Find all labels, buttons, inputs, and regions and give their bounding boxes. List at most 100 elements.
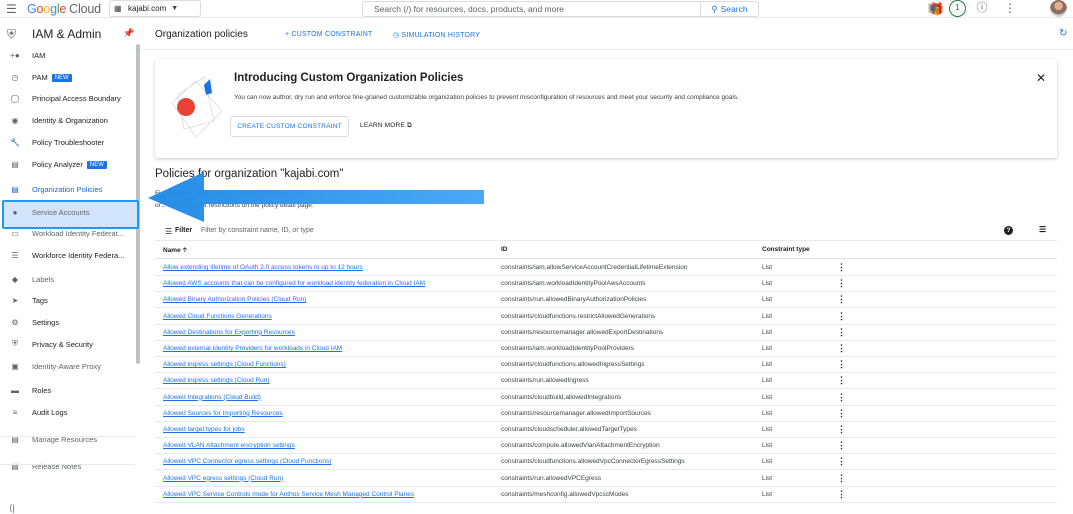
policy-id: constraints/resourcemanager.allowedImpor… [501, 409, 651, 417]
policy-name-link[interactable]: Allowed ingress settings (Cloud Function… [163, 361, 286, 368]
more-vert-icon[interactable]: ⋮ [837, 375, 846, 385]
sidebar-item-organization-policies[interactable]: ▤ Organization Policies [0, 178, 135, 200]
more-vert-icon[interactable]: ⋮ [1003, 1, 1017, 15]
policy-name-link[interactable]: Allow extending lifetime of OAuth 2.0 ac… [163, 264, 363, 271]
label-icon: ◆ [11, 274, 19, 284]
policy-name-link[interactable]: Allowed AWS accounts that can be configu… [163, 280, 425, 287]
help-icon[interactable]: ? [1004, 226, 1013, 235]
table-row: Allowed ingress settings (Cloud Run) cons… [155, 373, 1057, 390]
more-vert-icon[interactable]: ⋮ [837, 440, 846, 450]
policy-name-link[interactable]: Allowed ingress settings (Cloud Run) [163, 377, 270, 384]
table-row: Allowed VPC Connector egress settings (C… [155, 454, 1057, 471]
policy-name-link[interactable]: Allowed Binary Authorization Policies (C… [163, 296, 306, 303]
column-header-name[interactable]: Name 🡡 [163, 246, 187, 257]
sidebar-item-pam[interactable]: ◷ PAM NEW [0, 66, 135, 88]
shield-icon: ⛨ [12, 339, 18, 348]
more-vert-icon[interactable]: ⋮ [837, 327, 846, 337]
policy-name-link[interactable]: Allowed VPC Connector egress settings (C… [163, 458, 331, 465]
sidebar-item-manage-resources[interactable]: ▤ Manage Resources [0, 428, 135, 450]
sidebar-item-labels[interactable]: ◆ Labels [0, 268, 135, 290]
sidebar-item-label: Labels [32, 274, 55, 284]
sidebar-item-tags[interactable]: ➤ Tags [0, 289, 135, 311]
notifications-badge[interactable]: 1 [949, 0, 966, 17]
sidebar-item-roles[interactable]: ▬ Roles [0, 379, 135, 401]
table-row: Allowed Integrations (Cloud Build) constr… [155, 390, 1057, 406]
sidebar-item-workforce-identity-federa[interactable]: ☰ Workforce Identity Federa... [0, 244, 135, 266]
policy-name-link[interactable]: Allowed Integrations (Cloud Build) [163, 394, 261, 401]
policy-name-link[interactable]: Allowed external Identity Providers for … [163, 345, 342, 352]
document-search-icon: ▤ [11, 159, 19, 169]
sidebar-item-label: Privacy & Security [32, 339, 93, 349]
more-vert-icon[interactable]: ⋮ [837, 359, 846, 369]
custom-constraint-button[interactable]: + CUSTOM CONSTRAINT [285, 31, 372, 38]
sidebar-item-label: Tags [32, 295, 48, 305]
policy-name-link[interactable]: Allowed VPC Service Controls mode for An… [163, 491, 414, 498]
collapse-sidebar-icon[interactable]: ⟨| [9, 503, 15, 514]
search-input[interactable]: Search (/) for resources, docs, products… [362, 1, 701, 17]
more-vert-icon[interactable]: ⋮ [837, 294, 846, 304]
new-badge: NEW [51, 73, 72, 82]
policy-id: constraints/meshconfig.allowedVpcscModes [501, 490, 629, 498]
sidebar-item-label: Service Accounts [32, 207, 90, 217]
sidebar-divider [0, 464, 135, 465]
column-header-type[interactable]: Constraint type [762, 246, 810, 253]
constraint-type: List [762, 393, 773, 401]
cloud-shell-icon[interactable]: ▣ [926, 1, 940, 15]
sidebar-item-identity-organization[interactable]: ◉ Identity & Organization [0, 109, 135, 131]
more-vert-icon[interactable]: ⋮ [837, 392, 846, 402]
google-cloud-logo[interactable]: Google Cloud [27, 2, 101, 16]
policy-name-link[interactable]: Allowed target types for jobs [163, 426, 245, 433]
filter-input[interactable]: Filter by constraint name, ID, or type [201, 227, 314, 234]
sidebar-item-privacy-security[interactable]: ⛨ Privacy & Security [0, 333, 135, 355]
more-vert-icon[interactable]: ⋮ [837, 424, 846, 434]
sidebar-item-audit-logs[interactable]: ≡ Audit Logs [0, 401, 135, 423]
avatar[interactable] [1050, 0, 1067, 17]
column-display-icon[interactable]: ☰ [1039, 225, 1046, 234]
person-add-icon: +● [10, 50, 20, 60]
policy-id: constraints/compute.allowedVlanAttachmen… [501, 442, 660, 450]
policy-id: constraints/resourcemanager.allowedExpor… [501, 328, 664, 336]
sidebar-item-service-accounts[interactable]: ● Service Accounts [0, 201, 135, 223]
sidebar-item-release-notes[interactable]: ▤ Release Notes [0, 455, 135, 477]
sidebar-item-identity-aware-proxy[interactable]: ▣ Identity-Aware Proxy [0, 355, 135, 377]
more-vert-icon[interactable]: ⋮ [837, 262, 846, 272]
learn-more-link[interactable]: LEARN MORE ⧉ [360, 122, 412, 130]
constraint-type: List [762, 328, 773, 336]
more-vert-icon[interactable]: ⋮ [837, 456, 846, 466]
pin-icon[interactable]: 📌 [123, 28, 134, 39]
sidebar-item-label: Policy Analyzer [32, 159, 83, 169]
refresh-icon[interactable]: ↻ [1059, 28, 1067, 39]
help-icon[interactable]: ⓘ [975, 1, 989, 15]
main-header: Organization policies + CUSTOM CONSTRAIN… [142, 18, 1073, 50]
policy-name-link[interactable]: Allowed VLAN Attachment encryption setti… [163, 442, 295, 449]
close-icon[interactable]: ✕ [1036, 71, 1046, 85]
sidebar-item-workload-identity-federat[interactable]: ▭ Workload Identity Federat... [0, 222, 135, 244]
search-button[interactable]: ⚲ Search [701, 1, 759, 17]
create-custom-constraint-button[interactable]: CREATE CUSTOM CONSTRAINT [230, 116, 349, 137]
sidebar-item-policy-troubleshooter[interactable]: 🔧 Policy Troubleshooter [0, 131, 135, 153]
organization-icon: ▦ [114, 4, 122, 13]
policy-name-link[interactable]: Allowed Sources for Importing Resources [163, 410, 283, 417]
project-picker[interactable]: ▦ kajabi.com ▼ [109, 0, 201, 17]
table-row: Allowed Destinations for Exporting Resou… [155, 325, 1057, 341]
more-vert-icon[interactable]: ⋮ [837, 489, 846, 499]
more-vert-icon[interactable]: ⋮ [837, 473, 846, 483]
sidebar-item-policy-analyzer[interactable]: ▤ Policy Analyzer NEW [0, 153, 135, 175]
menu-icon[interactable]: ☰ [6, 3, 18, 15]
top-bar: ☰ Google Cloud ▦ kajabi.com ▼ Search (/) … [0, 0, 1073, 18]
policy-name-link[interactable]: Allowed Destinations for Exporting Resou… [163, 329, 295, 336]
table-row: Allowed VPC Service Controls mode for An… [155, 487, 1057, 503]
simulation-history-button[interactable]: ◷ SIMULATION HISTORY [393, 31, 480, 39]
policy-id: constraints/iam.workloadIdentityPoolProv… [501, 345, 634, 352]
more-vert-icon[interactable]: ⋮ [837, 408, 846, 418]
policy-name-link[interactable]: Allowed VPC egress settings (Cloud Run) [163, 475, 283, 482]
policy-name-link[interactable]: Allowed Cloud Functions Generations [163, 313, 272, 320]
column-header-id[interactable]: ID [501, 246, 508, 253]
more-vert-icon[interactable]: ⋮ [837, 278, 846, 288]
sidebar-item-settings[interactable]: ⚙ Settings [0, 311, 135, 333]
sidebar-item-iam[interactable]: +● IAM [0, 44, 135, 66]
sidebar-item-principal-access-boundary[interactable]: ◯ Principal Access Boundary [0, 87, 135, 109]
more-vert-icon[interactable]: ⋮ [837, 311, 846, 321]
more-vert-icon[interactable]: ⋮ [837, 343, 846, 353]
sidebar-item-label: Roles [32, 385, 52, 395]
